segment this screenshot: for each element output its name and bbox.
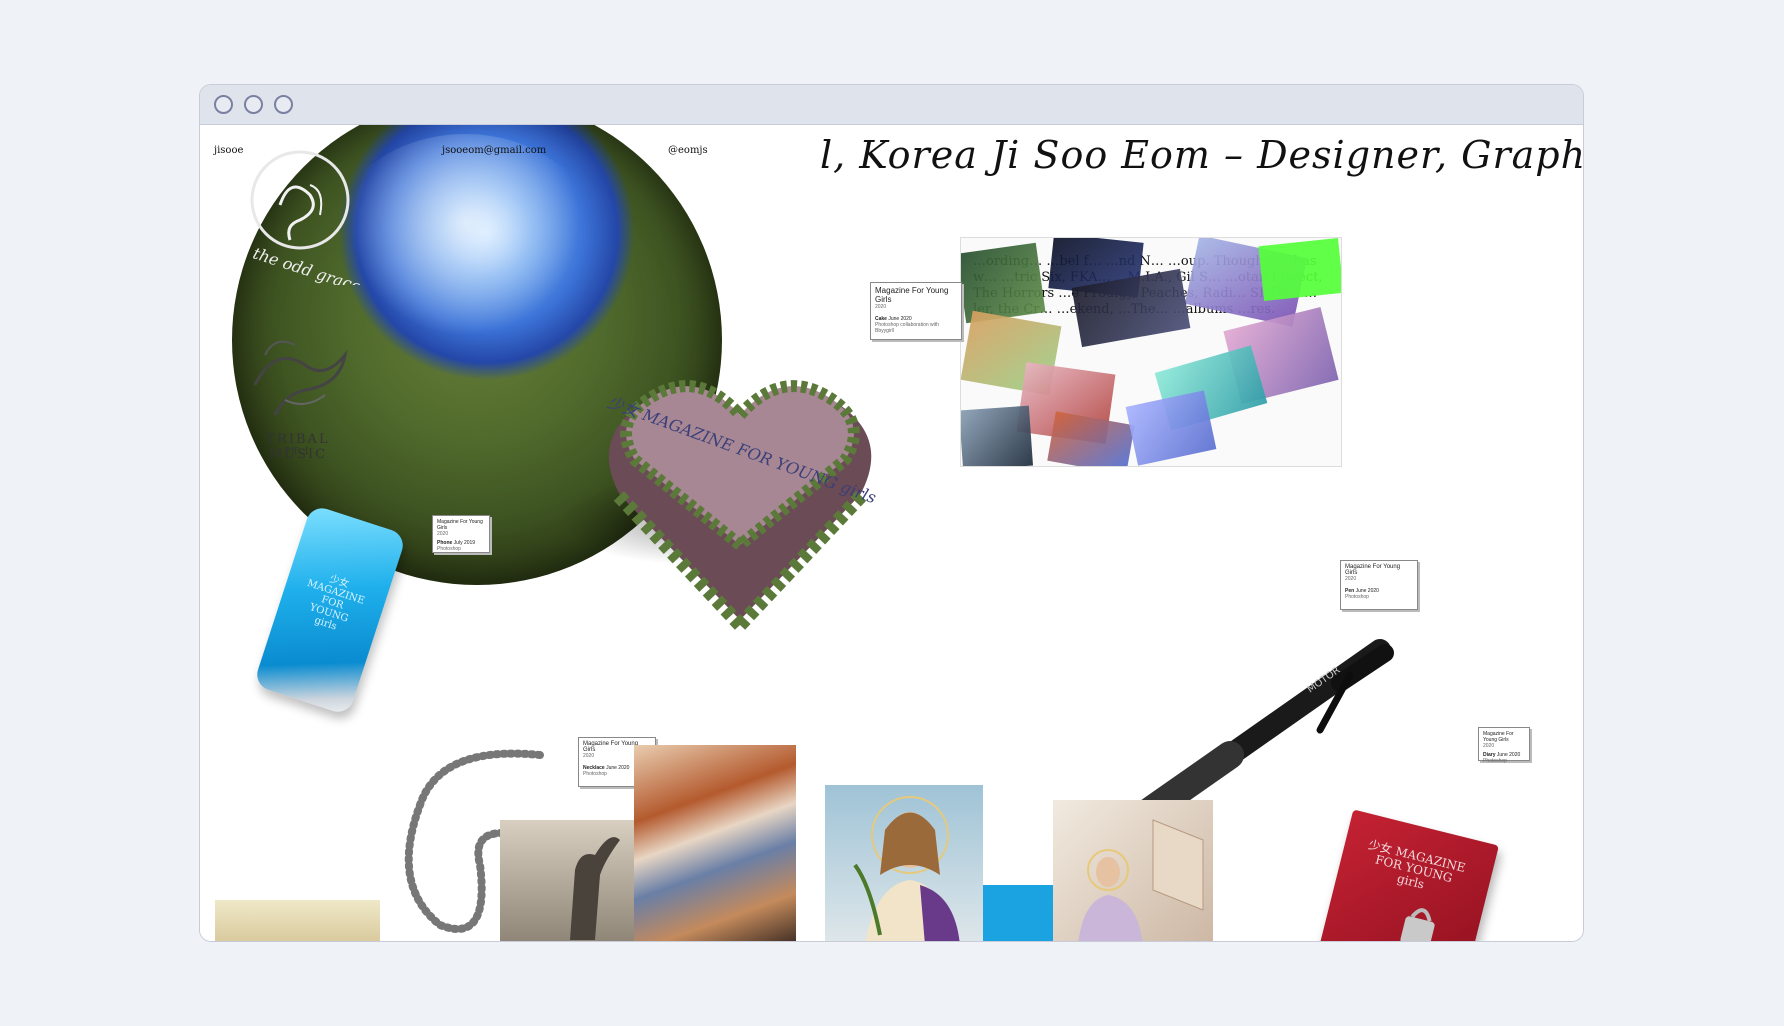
card-detail-note: Photoshop: [1345, 594, 1369, 600]
card-year: 2020: [1483, 743, 1495, 749]
card-year: 2020: [437, 531, 449, 537]
statue-figure-icon: [570, 837, 620, 940]
page-viewport: jisooe jsooeom@gmail.com @eomjs l, Korea…: [200, 125, 1583, 941]
project-caption-card[interactable]: Magazine For Young Girls 2020 Phone July…: [432, 515, 490, 553]
browser-titlebar: [200, 85, 1583, 125]
browser-window: jisooe jsooeom@gmail.com @eomjs l, Korea…: [199, 84, 1584, 942]
collage-shard: [1258, 238, 1341, 302]
card-detail-note: Photoshop: [1483, 758, 1507, 764]
marquee-title: l, Korea Ji Soo Eom – Designer, Graphic,…: [820, 133, 1583, 177]
project-caption-card[interactable]: Magazine For Young Girls 2020 Cake June …: [870, 282, 962, 340]
close-window-button[interactable]: [214, 95, 233, 114]
card-title: Magazine For Young Girls: [875, 286, 949, 304]
card-detail-note: Photoshop collaboration with Bbyygirll: [875, 322, 939, 334]
praying-figure-icon: [1078, 819, 1204, 941]
project-caption-card[interactable]: Magazine For Young Girls 2020 Pen June 2…: [1340, 560, 1418, 610]
card-detail-note: Photoshop: [437, 546, 461, 552]
odd-grace-text: the odd grace: [251, 244, 360, 285]
maximize-window-button[interactable]: [274, 95, 293, 114]
project-caption-card[interactable]: Magazine For Young Girls 2020 Diary June…: [1478, 727, 1530, 764]
header-name-link[interactable]: jisooe: [214, 145, 243, 156]
collage-shard: [961, 405, 1034, 466]
tribal-music-subtitle: PT.1: [284, 447, 312, 457]
card-title: Magazine For Young Girls: [1345, 564, 1401, 576]
painting-thumbnail[interactable]: [215, 900, 380, 941]
card-year: 2020: [1345, 576, 1357, 582]
saint-praying-image[interactable]: [1053, 800, 1213, 941]
saint-portrait-image[interactable]: [825, 785, 983, 941]
card-title: Magazine For Young Girls: [1483, 731, 1514, 743]
odd-grace-logo: the odd grace: [250, 150, 360, 285]
card-title: Magazine For Young Girls: [437, 519, 483, 531]
diary-cover-writing: 少女 MAGAZINE FOR YOUNG girls: [1367, 837, 1467, 892]
card-year: 2020: [875, 304, 887, 310]
heart-cake-image[interactable]: 少女 MAGAZINE FOR YOUNG girls: [600, 345, 880, 635]
statue-photo[interactable]: [500, 820, 635, 941]
blue-thumbnail[interactable]: [983, 885, 1058, 941]
header-instagram-link[interactable]: @eomjs: [668, 145, 708, 156]
collage-shard: [1125, 390, 1217, 466]
collage-screenshot-image[interactable]: …ording… …bel f… …nd N… …oup. Though… …h…: [960, 237, 1342, 467]
minimize-window-button[interactable]: [244, 95, 263, 114]
dragon-logo-icon: [253, 340, 348, 416]
phone-writing: 少女 MAGAZINE FOR YOUNG girls: [305, 573, 366, 633]
cave-painting-photo[interactable]: [634, 745, 796, 941]
collage-shard: [1047, 411, 1135, 466]
lock-key-icon: [1400, 908, 1435, 941]
blue-phone-image[interactable]: 少女 MAGAZINE FOR YOUNG girls: [253, 504, 407, 716]
saint-figure-icon: [853, 796, 960, 941]
header-email-link[interactable]: jsooeom@gmail.com: [442, 145, 546, 156]
